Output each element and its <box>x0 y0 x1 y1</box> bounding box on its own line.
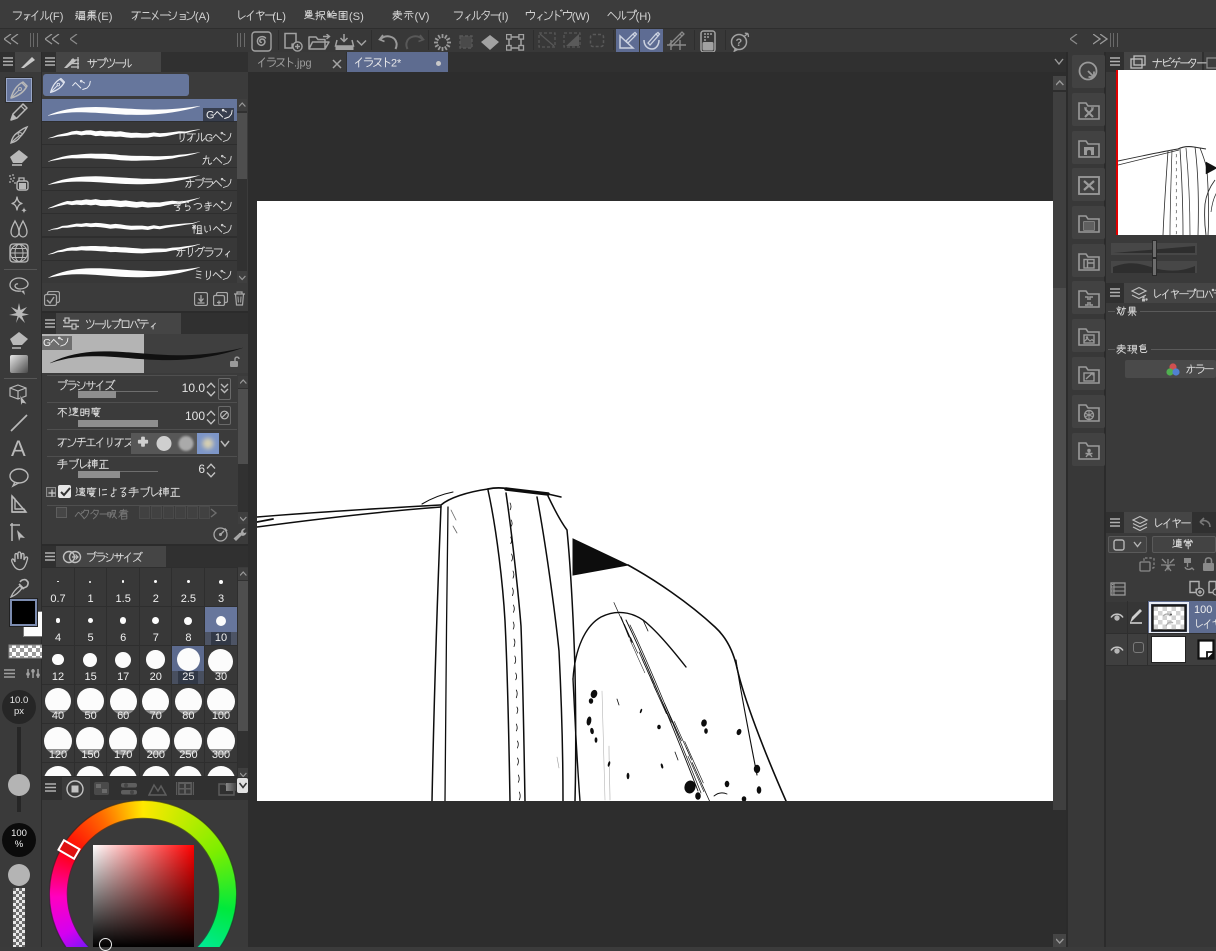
svg-text:(I): (I) <box>498 11 509 23</box>
svg-text:A: A <box>11 437 26 459</box>
svg-text:(H): (H) <box>636 11 652 23</box>
svg-text:2*: 2* <box>391 58 402 70</box>
svg-text:?: ? <box>736 37 743 49</box>
svg-text:(V): (V) <box>415 11 430 23</box>
svg-text:(W): (W) <box>572 11 590 23</box>
svg-text:G: G <box>43 338 51 349</box>
svg-text:(S): (S) <box>349 11 364 23</box>
svg-text:(L): (L) <box>272 11 286 23</box>
svg-text:.jpg: .jpg <box>294 58 312 70</box>
